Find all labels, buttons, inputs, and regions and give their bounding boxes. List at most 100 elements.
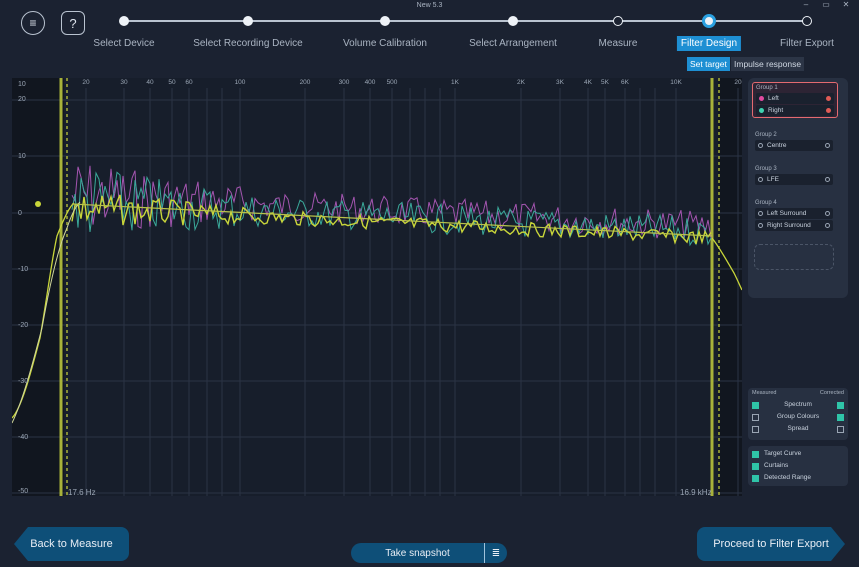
frequency-response-graph[interactable]: 10 20 10 0 -10 -20 -30 -40 -50 20 30 40 50 60 100 200 3… xyxy=(12,78,742,497)
x-tick-label: 100 xyxy=(234,79,246,86)
channel-dot-icon xyxy=(758,211,763,216)
x-tick-label: 2K xyxy=(517,79,525,86)
y-tick-label: -20 xyxy=(18,322,29,329)
group-2[interactable]: Group 2 Centre xyxy=(752,130,836,152)
spectrum-corrected-checkbox[interactable] xyxy=(837,402,844,409)
step-label[interactable]: Select Recording Device xyxy=(193,38,303,49)
step-dot-2[interactable] xyxy=(380,16,390,26)
step-dot-1[interactable] xyxy=(243,16,253,26)
channel-status-icon xyxy=(825,177,830,182)
minimize-icon[interactable]: – xyxy=(801,0,811,9)
channel-label: Right xyxy=(768,107,784,114)
option-label: Spectrum xyxy=(784,401,812,408)
curtains-checkbox[interactable] xyxy=(752,463,759,470)
help-button[interactable]: ? xyxy=(61,11,85,35)
close-icon[interactable]: ✕ xyxy=(841,0,851,9)
x-tick-label: 1K xyxy=(451,79,459,86)
x-tick-label: 3K xyxy=(556,79,564,86)
y-tick-label: 10 xyxy=(18,153,26,160)
channel-left-surround[interactable]: Left Surround xyxy=(755,208,833,219)
step-dot-3[interactable] xyxy=(508,16,518,26)
proceed-to-filter-export-button[interactable]: Proceed to Filter Export xyxy=(697,527,845,561)
left-color-dot xyxy=(759,96,764,101)
channel-status-icon xyxy=(825,143,830,148)
menu-icon: ≡ xyxy=(29,16,37,30)
option-curtains[interactable]: Curtains xyxy=(752,461,788,471)
group-4[interactable]: Group 4 Left Surround Right Surround xyxy=(752,198,836,232)
x-tick-label: 40 xyxy=(146,79,154,86)
channel-left[interactable]: Left xyxy=(756,93,834,104)
restore-icon[interactable]: ▭ xyxy=(821,0,831,9)
group-colours-corrected-checkbox[interactable] xyxy=(837,414,844,421)
group-title: Group 3 xyxy=(755,166,777,172)
channel-dot-icon xyxy=(758,223,763,228)
group-title: Group 2 xyxy=(755,132,777,138)
target-handle-icon xyxy=(35,201,41,207)
back-button-label: Back to Measure xyxy=(30,538,113,550)
x-tick-label: 10K xyxy=(670,79,682,86)
tab-impulse-response[interactable]: Impulse response xyxy=(731,57,805,71)
step-dot-0[interactable] xyxy=(119,16,129,26)
snapshot-list-icon[interactable]: ≣ xyxy=(484,543,507,563)
y-tick-label: -10 xyxy=(18,266,29,273)
spread-measured-checkbox[interactable] xyxy=(752,426,759,433)
target-curve-checkbox[interactable] xyxy=(752,451,759,458)
corrected-header: Corrected xyxy=(819,390,844,396)
channel-lfe[interactable]: LFE xyxy=(755,174,833,185)
display-options-panel: Measured Corrected Spectrum Group Colour… xyxy=(748,388,848,440)
step-label[interactable]: Select Arrangement xyxy=(469,38,557,49)
option-detected-range[interactable]: Detected Range xyxy=(752,473,811,483)
option-spectrum: Spectrum xyxy=(752,400,844,410)
step-label[interactable]: Measure xyxy=(599,38,638,49)
y-tick-label: -40 xyxy=(18,434,29,441)
x-tick-label: 5K xyxy=(601,79,609,86)
x-tick-label: 300 xyxy=(338,79,350,86)
window-controls: – ▭ ✕ xyxy=(801,0,851,9)
group-1[interactable]: Group 1 Left Right xyxy=(752,82,838,118)
step-dot-6[interactable] xyxy=(802,16,812,26)
back-to-measure-button[interactable]: Back to Measure xyxy=(14,527,129,561)
proceed-button-label: Proceed to Filter Export xyxy=(713,538,829,550)
window-title: New 5.3 xyxy=(416,2,443,9)
group-3[interactable]: Group 3 LFE xyxy=(752,164,836,186)
step-dot-5[interactable] xyxy=(702,14,716,28)
step-label[interactable]: Select Device xyxy=(93,38,154,49)
channel-label: LFE xyxy=(767,176,779,183)
option-label: Detected Range xyxy=(764,474,811,481)
y-tick-label: -50 xyxy=(18,488,29,495)
channel-centre[interactable]: Centre xyxy=(755,140,833,151)
channel-label: Left xyxy=(768,95,779,102)
overlay-options-panel: Target Curve Curtains Detected Range xyxy=(748,446,848,486)
x-tick-label: 20 xyxy=(734,79,742,86)
x-tick-label: 4K xyxy=(584,79,592,86)
step-label[interactable]: Filter Export xyxy=(780,38,834,49)
spectrum-measured-checkbox[interactable] xyxy=(752,402,759,409)
detected-range-checkbox[interactable] xyxy=(752,475,759,482)
help-icon: ? xyxy=(69,15,77,31)
y-tick-label: 10 xyxy=(18,81,26,88)
step-label[interactable]: Volume Calibration xyxy=(343,38,427,49)
x-tick-label: 30 xyxy=(120,79,128,86)
take-snapshot-button[interactable]: Take snapshot ≣ xyxy=(351,543,507,563)
option-label: Spread xyxy=(787,425,809,432)
channel-status-icon xyxy=(825,211,830,216)
channel-label: Left Surround xyxy=(767,210,807,217)
menu-button[interactable]: ≡ xyxy=(21,11,45,35)
option-label: Target Curve xyxy=(764,450,802,457)
spread-corrected-checkbox[interactable] xyxy=(837,426,844,433)
option-spread: Spread xyxy=(752,424,844,434)
x-tick-label: 6K xyxy=(621,79,629,86)
new-group-drop-zone[interactable] xyxy=(754,244,834,270)
step-dot-4[interactable] xyxy=(613,16,623,26)
group-colours-measured-checkbox[interactable] xyxy=(752,414,759,421)
channel-label: Right Surround xyxy=(767,222,811,229)
top-bar: New 5.3 – ▭ ✕ ≡ ? Select Device Select Re… xyxy=(0,0,859,76)
right-color-dot xyxy=(759,108,764,113)
option-target-curve[interactable]: Target Curve xyxy=(752,449,801,459)
channel-right[interactable]: Right xyxy=(756,105,834,116)
channel-right-surround[interactable]: Right Surround xyxy=(755,220,833,231)
tab-set-target[interactable]: Set target xyxy=(687,57,730,71)
y-tick-label: -30 xyxy=(18,378,29,385)
graph-canvas[interactable] xyxy=(12,78,742,496)
step-label[interactable]: Filter Design xyxy=(676,36,742,51)
